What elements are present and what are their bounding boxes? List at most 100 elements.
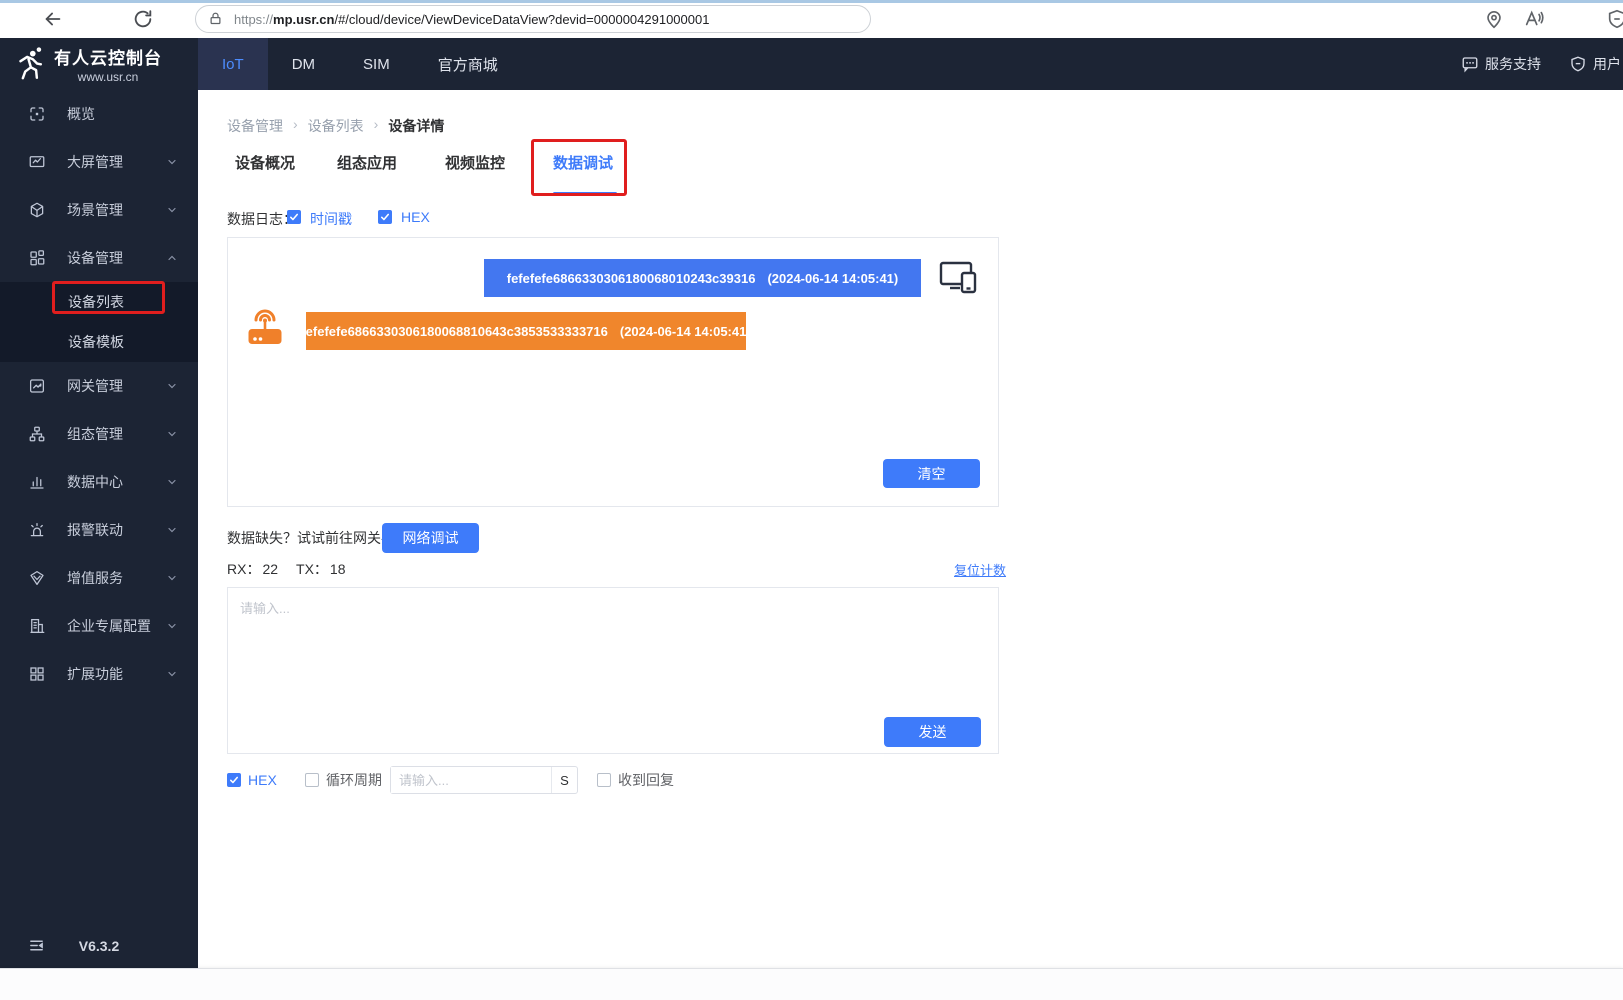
check-icon <box>230 776 238 784</box>
chevron-up-icon <box>166 252 178 264</box>
usr-runner-logo-icon <box>12 47 46 81</box>
refresh-icon[interactable] <box>132 8 154 30</box>
big-screen-icon <box>28 153 46 171</box>
sidebar-item-label: 网关管理 <box>67 378 123 394</box>
sidebar-item-value-added[interactable]: 增值服务 <box>0 554 198 602</box>
tx-value: 18 <box>329 561 346 577</box>
cycle-period-checkbox-label[interactable]: 循环周期 <box>326 766 382 794</box>
rx-label: RX： <box>227 561 261 577</box>
tab-config-app[interactable]: 组态应用 <box>337 152 397 173</box>
chevron-down-icon <box>166 668 178 680</box>
top-nav-store[interactable]: 官方商城 <box>414 38 522 90</box>
cycle-period-unit: S <box>551 767 577 793</box>
service-support-label: 服务支持 <box>1485 56 1541 72</box>
sidebar-item-label: 组态管理 <box>67 426 123 442</box>
sidebar-item-screen-mgmt[interactable]: 大屏管理 <box>0 138 198 186</box>
breadcrumb: 设备管理 › 设备列表 › 设备详情 <box>227 116 444 136</box>
breadcrumb-device-mgmt[interactable]: 设备管理 <box>227 116 283 136</box>
platform-message-bubble: fefefefe6866330306180068010243c39316 (20… <box>484 259 921 297</box>
breadcrumb-separator: › <box>293 116 298 132</box>
rx-tx-counters: RX： 22 TX： 18 <box>227 558 346 580</box>
top-nav-sim[interactable]: SIM <box>339 38 414 90</box>
sidebar-item-device-template[interactable]: 设备模板 <box>0 322 198 362</box>
sidebar-item-gateway-mgmt[interactable]: 网关管理 <box>0 362 198 410</box>
service-support-link[interactable]: 服务支持 <box>1461 54 1541 74</box>
logo[interactable]: 有人云控制台 www.usr.cn <box>0 38 198 90</box>
network-debug-row: 数据缺失？试试前往网关-网络调试 网络调试 <box>198 523 1623 553</box>
cycle-period-input-group: S <box>390 766 578 794</box>
back-icon[interactable] <box>42 8 64 30</box>
grid-icon <box>28 665 46 683</box>
tab-data-debug[interactable]: 数据调试 <box>553 152 613 173</box>
window-top-edge <box>0 0 1623 3</box>
sidebar-item-config-mgmt[interactable]: 组态管理 <box>0 410 198 458</box>
top-nav-iot[interactable]: IoT <box>198 38 268 90</box>
scene-cube-icon <box>28 201 46 219</box>
sidebar-item-alarm-linkage[interactable]: 报警联动 <box>0 506 198 554</box>
sidebar-item-extensions[interactable]: 扩展功能 <box>0 650 198 698</box>
sidebar-item-enterprise-config[interactable]: 企业专属配置 <box>0 602 198 650</box>
collapse-sidebar-icon[interactable] <box>28 937 45 954</box>
logo-text: 有人云控制台 www.usr.cn <box>54 44 162 84</box>
network-debug-button[interactable]: 网络调试 <box>382 523 479 553</box>
tx-label: TX： <box>296 561 328 577</box>
location-pin-icon[interactable] <box>1483 8 1505 30</box>
tab-device-overview[interactable]: 设备概况 <box>235 152 295 173</box>
device-message-bubble: fefefefe6866330306180068810643c385353333… <box>301 312 751 350</box>
platform-devices-icon <box>937 256 981 300</box>
sidebar: 概览 大屏管理 场景管理 设备管理 设备列表 设备模板 网关管理 组态管理 数据… <box>0 90 198 968</box>
org-chart-icon <box>28 425 46 443</box>
sidebar-item-label: 概览 <box>67 106 95 122</box>
reply-received-checkbox[interactable] <box>597 773 611 787</box>
chevron-down-icon <box>166 156 178 168</box>
chevron-down-icon <box>166 428 178 440</box>
hex-log-checkbox[interactable] <box>378 210 392 224</box>
browser-profile-icon[interactable] <box>1606 8 1623 30</box>
clear-button[interactable]: 清空 <box>883 459 980 488</box>
hex-send-checkbox[interactable] <box>227 773 241 787</box>
chevron-down-icon <box>166 524 178 536</box>
send-area: 发送 <box>227 587 999 754</box>
reset-counter-link[interactable]: 复位计数 <box>954 560 1006 579</box>
check-icon <box>381 213 389 221</box>
url-text: https://mp.usr.cn/#/cloud/device/ViewDev… <box>234 12 709 27</box>
alarm-siren-icon <box>28 521 46 539</box>
chevron-down-icon <box>166 380 178 392</box>
sidebar-item-scene-mgmt[interactable]: 场景管理 <box>0 186 198 234</box>
user-link[interactable]: 用户 <box>1569 54 1621 74</box>
tab-video-monitor[interactable]: 视频监控 <box>445 152 505 173</box>
url-path: /#/cloud/device/ViewDeviceDataView?devid… <box>334 11 710 27</box>
sidebar-item-label: 设备管理 <box>67 250 123 266</box>
lock-icon <box>208 11 223 28</box>
hex-log-checkbox-label[interactable]: HEX <box>401 209 430 225</box>
read-aloud-icon[interactable] <box>1523 8 1545 30</box>
device-grid-icon <box>28 249 46 267</box>
app-header: 有人云控制台 www.usr.cn IoT DM SIM 官方商城 服务支持 用… <box>0 38 1623 90</box>
browser-window: https://mp.usr.cn/#/cloud/device/ViewDev… <box>0 0 1623 1000</box>
hex-send-checkbox-label[interactable]: HEX <box>248 766 277 794</box>
sidebar-item-label: 场景管理 <box>67 202 123 218</box>
cycle-period-input[interactable] <box>391 767 551 793</box>
sidebar-item-label: 增值服务 <box>67 570 123 586</box>
send-input[interactable] <box>228 588 998 753</box>
browser-chrome: https://mp.usr.cn/#/cloud/device/ViewDev… <box>0 0 1623 38</box>
reply-received-checkbox-label[interactable]: 收到回复 <box>618 766 674 794</box>
logo-subtitle: www.usr.cn <box>77 70 139 84</box>
sidebar-item-device-mgmt[interactable]: 设备管理 <box>0 234 198 282</box>
timestamp-checkbox-label[interactable]: 时间戳 <box>310 209 352 229</box>
sidebar-item-data-center[interactable]: 数据中心 <box>0 458 198 506</box>
breadcrumb-device-list[interactable]: 设备列表 <box>308 116 364 136</box>
sidebar-item-label: 扩展功能 <box>67 666 123 682</box>
main-content: 设备管理 › 设备列表 › 设备详情 设备概况 组态应用 视频监控 数据调试 数… <box>198 90 1623 968</box>
sidebar-item-device-list[interactable]: 设备列表 <box>0 282 198 322</box>
sidebar-item-overview[interactable]: 概览 <box>0 90 198 138</box>
timestamp-checkbox[interactable] <box>287 210 301 224</box>
check-icon <box>290 213 298 221</box>
top-nav: IoT DM SIM 官方商城 <box>198 38 522 90</box>
address-bar[interactable]: https://mp.usr.cn/#/cloud/device/ViewDev… <box>195 5 871 33</box>
send-button[interactable]: 发送 <box>884 717 981 747</box>
rx-value: 22 <box>262 561 279 577</box>
cycle-period-checkbox[interactable] <box>305 773 319 787</box>
top-nav-dm[interactable]: DM <box>268 38 339 90</box>
page-bottom-strip <box>0 968 1623 1000</box>
